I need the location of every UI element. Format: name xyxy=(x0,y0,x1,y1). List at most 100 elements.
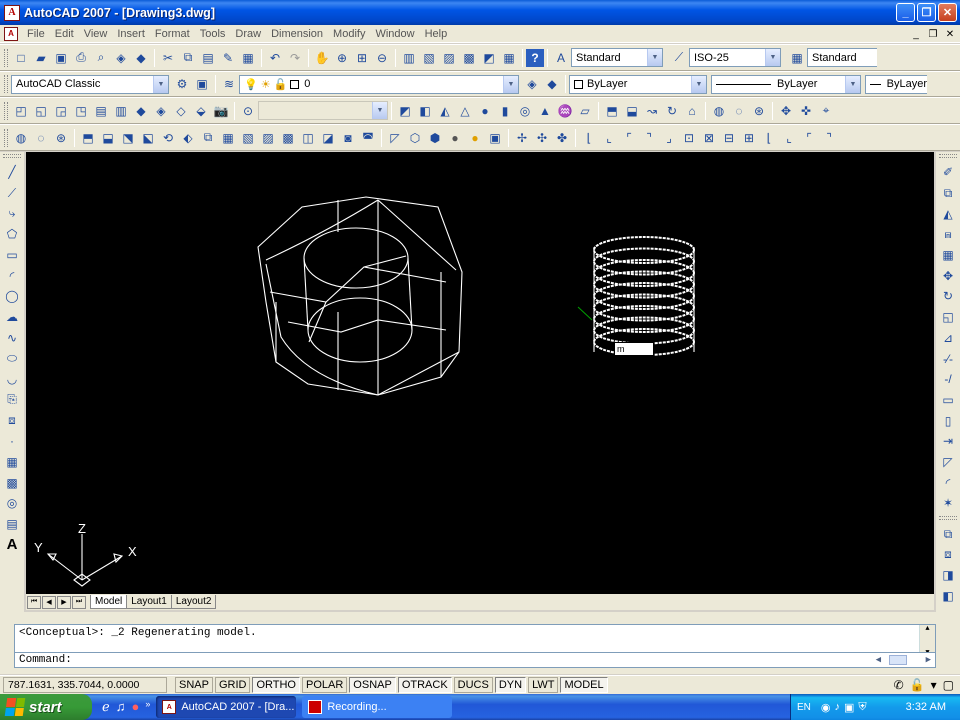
menu-format[interactable]: Format xyxy=(150,28,195,40)
table-style-select[interactable]: Standard xyxy=(807,48,877,67)
menu-help[interactable]: Help xyxy=(420,28,453,40)
workspace-select[interactable]: AutoCAD Classic ▼ xyxy=(11,74,169,94)
color-faces-icon[interactable]: ▦ xyxy=(218,128,238,148)
linetype-select[interactable]: ByLayer ▼ xyxy=(711,74,861,94)
taskbar-recording[interactable]: Recording... xyxy=(302,696,453,718)
tab-layout2[interactable]: Layout2 xyxy=(170,595,217,609)
copy-edges-icon[interactable]: ▧ xyxy=(238,128,258,148)
lwt-toggle[interactable]: LWT xyxy=(528,677,559,693)
polyline-icon[interactable]: ⤷ xyxy=(2,203,22,224)
sheet-set-icon[interactable]: ▩ xyxy=(459,48,479,68)
menu-edit[interactable]: Edit xyxy=(50,28,79,40)
table-style-icon[interactable]: ▦ xyxy=(787,48,807,68)
rotate-faces-icon[interactable]: ⟲ xyxy=(158,128,178,148)
free-orbit-icon[interactable]: ✣ xyxy=(532,128,552,148)
view-top-icon[interactable]: ◰ xyxy=(11,101,31,121)
polysolid-icon[interactable]: ◩ xyxy=(395,101,415,121)
dim-style-select[interactable]: ISO-25 ▼ xyxy=(689,48,781,67)
fillet-icon[interactable]: ◜ xyxy=(938,472,958,493)
toolbar-grip[interactable] xyxy=(4,48,8,67)
lineweight-select[interactable]: ByLayer xyxy=(865,74,927,94)
taper-faces-icon[interactable]: ⬖ xyxy=(178,128,198,148)
copy-object-icon[interactable]: ⧉ xyxy=(938,183,958,204)
start-button[interactable]: start xyxy=(0,694,92,720)
move-faces-icon[interactable]: ⬓ xyxy=(98,128,118,148)
ucs-world-icon[interactable]: ⌞ xyxy=(599,128,619,148)
imprint-icon[interactable]: ▩ xyxy=(278,128,298,148)
helix-icon[interactable]: ♒ xyxy=(555,101,575,121)
break-icon[interactable]: ▯ xyxy=(938,410,958,431)
check-icon[interactable]: ◚ xyxy=(358,128,378,148)
prev-tab-button[interactable]: ◀ xyxy=(42,595,56,609)
revolve-icon[interactable]: ↻ xyxy=(662,101,682,121)
2d-wireframe-icon[interactable]: ◸ xyxy=(385,128,405,148)
polar-toggle[interactable]: POLAR xyxy=(302,677,348,693)
ucs-zaxis-icon[interactable]: ⊟ xyxy=(719,128,739,148)
make-current-layer-icon[interactable]: ◈ xyxy=(522,74,542,94)
table-icon[interactable]: ▤ xyxy=(2,514,22,535)
model-toggle[interactable]: MODEL xyxy=(560,677,608,693)
ucs-icon[interactable]: ⌊ xyxy=(579,128,599,148)
design-center-icon[interactable]: ▧ xyxy=(419,48,439,68)
3d-align-icon[interactable]: ⌖ xyxy=(816,101,836,121)
layer-properties-icon[interactable]: ≋ xyxy=(219,74,239,94)
subtract-icon[interactable]: ◌ xyxy=(31,128,51,148)
draw-order-back-icon[interactable]: ⧈ xyxy=(938,544,958,565)
view-bottom-icon[interactable]: ◱ xyxy=(31,101,51,121)
clean-screen-icon[interactable]: ▢ xyxy=(943,678,954,692)
delete-faces-icon[interactable]: ⬕ xyxy=(138,128,158,148)
block-editor-icon[interactable]: ▦ xyxy=(238,48,258,68)
region-icon[interactable]: ◎ xyxy=(2,493,22,514)
mirror-icon[interactable]: ◭ xyxy=(938,203,958,224)
ellipse-icon[interactable]: ⬭ xyxy=(2,348,22,369)
snap-toggle[interactable]: SNAP xyxy=(175,677,213,693)
menu-modify[interactable]: Modify xyxy=(328,28,370,40)
scroll-right-icon[interactable]: ▶ xyxy=(926,653,931,667)
plot-icon[interactable]: ⎙ xyxy=(71,48,91,68)
workspace-settings-icon[interactable]: ⚙ xyxy=(172,74,192,94)
doc-restore-button[interactable]: ❐ xyxy=(925,27,941,41)
tool-palettes-icon[interactable]: ▨ xyxy=(439,48,459,68)
first-tab-button[interactable]: ⏮ xyxy=(27,595,41,609)
osnap-toggle[interactable]: OSNAP xyxy=(349,677,396,693)
3d-orbit-icon[interactable]: ✢ xyxy=(512,128,532,148)
3d-hidden-icon[interactable]: ⬢ xyxy=(425,128,445,148)
expand-icon[interactable]: » xyxy=(145,699,150,715)
rotate-icon[interactable]: ↻ xyxy=(938,286,958,307)
3d-wireframe-icon[interactable]: ⬡ xyxy=(405,128,425,148)
drawing-canvas[interactable]: Z Y X m xyxy=(26,152,934,594)
3d-dwf-icon[interactable]: ◆ xyxy=(131,48,151,68)
publish-icon[interactable]: ◈ xyxy=(111,48,131,68)
pyramid-icon[interactable]: ▲ xyxy=(535,101,555,121)
explode-icon[interactable]: ✶ xyxy=(938,493,958,514)
toolbar-grip[interactable] xyxy=(939,154,957,158)
3d-rotate-icon[interactable]: ✜ xyxy=(796,101,816,121)
layer-previous-icon[interactable]: ◆ xyxy=(542,74,562,94)
match-properties-icon[interactable]: ✎ xyxy=(218,48,238,68)
union-icon[interactable]: ◍ xyxy=(11,128,31,148)
tray-security-icon[interactable]: ⛨ xyxy=(858,701,866,714)
scale-icon[interactable]: ◱ xyxy=(938,307,958,328)
properties-icon[interactable]: ▥ xyxy=(399,48,419,68)
3d-move-icon[interactable]: ✥ xyxy=(776,101,796,121)
plot-preview-icon[interactable]: ⌕ xyxy=(91,48,111,68)
menu-insert[interactable]: Insert xyxy=(112,28,150,40)
communication-center-icon[interactable]: ✆ xyxy=(894,678,904,692)
markup-icon[interactable]: ◩ xyxy=(479,48,499,68)
otrack-toggle[interactable]: OTRACK xyxy=(397,677,452,693)
insert-block-icon[interactable]: ⎘ xyxy=(2,390,22,411)
minimize-button[interactable]: _ xyxy=(896,3,915,22)
menu-file[interactable]: File xyxy=(22,28,50,40)
revision-cloud-icon[interactable]: ☁ xyxy=(2,307,22,328)
horizontal-scrollbar[interactable] xyxy=(236,596,934,608)
layer-select[interactable]: 💡 ☀ 🔓 0 ▼ xyxy=(239,74,519,94)
bring-above-icon[interactable]: ◨ xyxy=(938,565,958,586)
doc-close-button[interactable]: ✕ xyxy=(942,27,958,41)
last-tab-button[interactable]: ⏭ xyxy=(72,595,86,609)
scroll-left-icon[interactable]: ◀ xyxy=(876,653,881,667)
torus-icon[interactable]: ◎ xyxy=(515,101,535,121)
toolbar-lock-icon[interactable]: 🔓 xyxy=(910,678,925,692)
ucs-previous-icon[interactable]: ⌜ xyxy=(619,128,639,148)
cylinder-icon[interactable]: ▮ xyxy=(495,101,515,121)
toolbar-grip[interactable] xyxy=(939,515,957,520)
